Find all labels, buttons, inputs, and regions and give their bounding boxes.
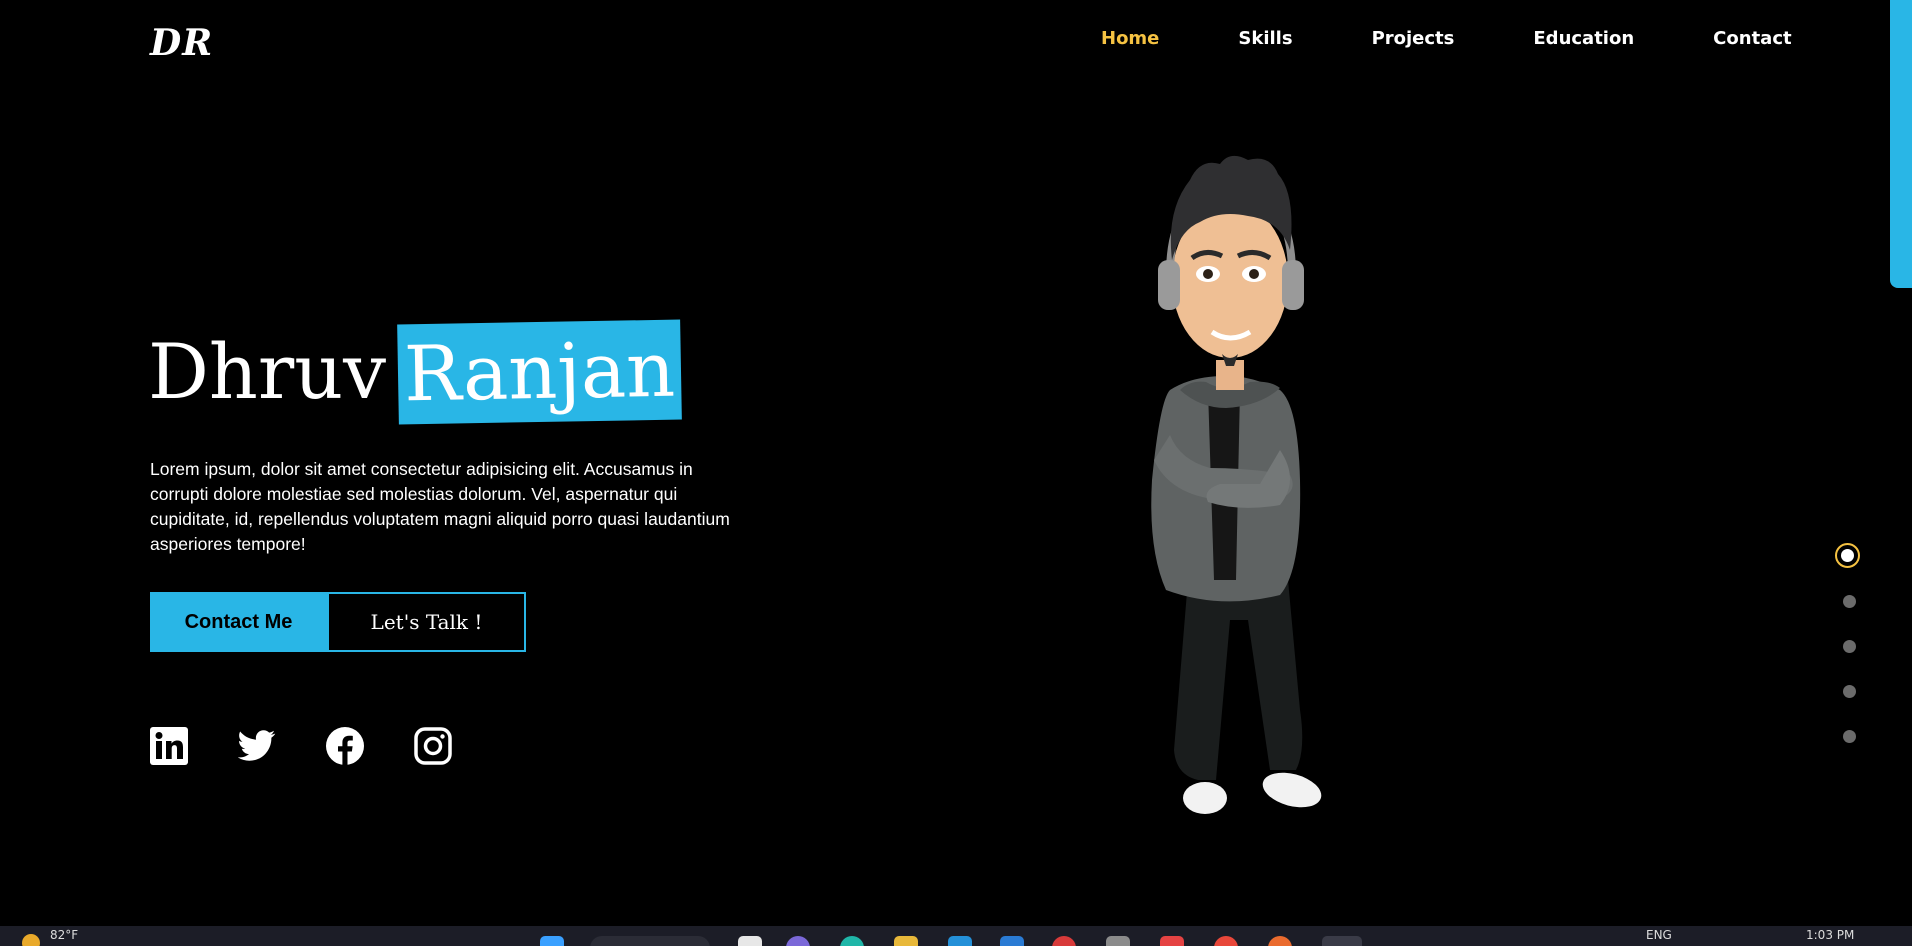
hero-description: Lorem ipsum, dolor sit amet consectetur … bbox=[150, 459, 730, 554]
taskbar-language[interactable]: ENG bbox=[1646, 928, 1672, 942]
app-icon-red-square[interactable] bbox=[1160, 936, 1184, 946]
hero-first-name: Dhruv bbox=[148, 327, 387, 416]
twitter-icon[interactable] bbox=[238, 727, 276, 765]
page: DR Home Skills Projects Education Contac… bbox=[0, 0, 1912, 946]
site-logo[interactable]: DR bbox=[150, 22, 213, 64]
file-explorer-icon[interactable] bbox=[894, 936, 918, 946]
app-icon-red[interactable] bbox=[1052, 936, 1076, 946]
firefox-icon[interactable] bbox=[1268, 936, 1292, 946]
task-view-icon[interactable] bbox=[738, 936, 762, 946]
nav-contact[interactable]: Contact bbox=[1713, 28, 1791, 49]
chat-app-icon[interactable] bbox=[786, 936, 810, 946]
taskbar-clock[interactable]: 1:03 PM bbox=[1806, 928, 1854, 942]
hero-last-name: Ranjan bbox=[397, 319, 682, 425]
avatar-illustration bbox=[1130, 150, 1370, 830]
taskbar-search[interactable] bbox=[590, 936, 710, 946]
contact-me-button[interactable]: Contact Me bbox=[150, 592, 327, 652]
store-icon[interactable] bbox=[948, 936, 972, 946]
taskbar-weather[interactable]: 82°F bbox=[22, 928, 78, 946]
windows-start-icon[interactable] bbox=[540, 936, 564, 946]
linkedin-icon[interactable] bbox=[150, 727, 188, 765]
sun-icon bbox=[22, 934, 40, 946]
nav-education[interactable]: Education bbox=[1533, 28, 1634, 49]
instagram-icon[interactable] bbox=[414, 727, 452, 765]
pagination-dot-3[interactable] bbox=[1843, 640, 1856, 653]
taskbar-temperature: 82°F bbox=[50, 928, 79, 942]
lets-talk-button[interactable]: Let's Talk ! bbox=[327, 592, 526, 652]
nav-skills[interactable]: Skills bbox=[1238, 28, 1292, 49]
facebook-icon[interactable] bbox=[326, 727, 364, 765]
chrome-icon[interactable] bbox=[1214, 936, 1238, 946]
edge-browser-icon[interactable] bbox=[840, 936, 864, 946]
pagination-dot-2[interactable] bbox=[1843, 595, 1856, 608]
vscode-icon[interactable] bbox=[1000, 936, 1024, 946]
nav-projects[interactable]: Projects bbox=[1372, 28, 1455, 49]
pagination-dot-5[interactable] bbox=[1843, 730, 1856, 743]
scrollbar-thumb[interactable] bbox=[1890, 0, 1912, 288]
hero-buttons: Contact Me Let's Talk ! bbox=[150, 592, 526, 652]
pagination-dot-1[interactable] bbox=[1835, 543, 1860, 568]
os-taskbar: 82°F ENG 1:03 PM bbox=[0, 926, 1912, 946]
pagination-dot-4[interactable] bbox=[1843, 685, 1856, 698]
hero-name: Dhruv Ranjan bbox=[148, 319, 682, 425]
active-app-icon[interactable] bbox=[1322, 936, 1362, 946]
main-nav: Home Skills Projects Education Contact bbox=[1101, 28, 1792, 49]
nav-home[interactable]: Home bbox=[1101, 28, 1159, 49]
app-icon-gray[interactable] bbox=[1106, 936, 1130, 946]
social-links bbox=[150, 727, 452, 765]
